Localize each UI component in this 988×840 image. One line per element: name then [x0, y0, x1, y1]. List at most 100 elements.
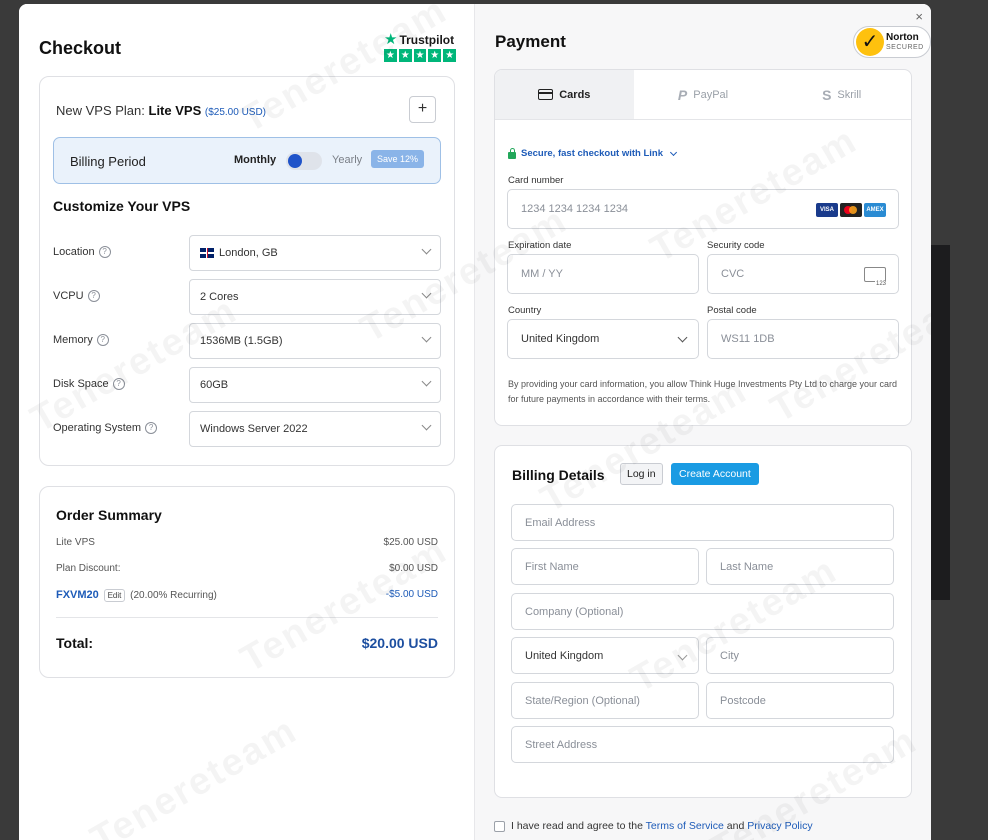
trustpilot-badge: ★ Trustpilot ★ ★ ★ ★ ★	[384, 32, 456, 62]
state-field[interactable]: State/Region (Optional)	[511, 682, 699, 719]
login-button[interactable]: Log in	[620, 463, 663, 485]
tab-skrill[interactable]: S Skrill	[772, 70, 911, 119]
agree-and: and	[726, 820, 745, 832]
first-name-field[interactable]: First Name	[511, 548, 699, 585]
location-value: London, GB	[219, 247, 278, 259]
customize-title: Customize Your VPS	[53, 198, 191, 214]
close-icon[interactable]: ×	[915, 10, 923, 23]
street-field[interactable]: Street Address	[511, 726, 894, 763]
vps-config-card: New VPS Plan: Lite VPS ($25.00 USD) + Bi…	[39, 76, 455, 466]
cvc-placeholder: CVC	[721, 268, 745, 280]
save-badge: Save 12%	[371, 150, 425, 168]
paypal-icon: P	[677, 86, 688, 103]
privacy-policy-link[interactable]: Privacy Policy	[747, 820, 812, 832]
tab-paypal[interactable]: P PayPal	[634, 70, 773, 119]
billing-country-select[interactable]: United Kingdom	[511, 637, 699, 674]
vcpu-select[interactable]: 2 Cores	[189, 279, 441, 315]
vcpu-value: 2 Cores	[200, 291, 239, 303]
star-icon: ★	[398, 49, 412, 62]
email-field[interactable]: Email Address	[511, 504, 894, 541]
terms-of-service-link[interactable]: Terms of Service	[646, 820, 724, 832]
expiry-input[interactable]: MM / YY	[507, 254, 699, 294]
location-select[interactable]: London, GB	[189, 235, 441, 271]
memory-select[interactable]: 1536MB (1.5GB)	[189, 323, 441, 359]
chevron-down-icon	[677, 332, 688, 343]
agree-prefix: I have read and agree to the	[511, 820, 643, 832]
cvc-input[interactable]: CVC	[707, 254, 899, 294]
city-placeholder: City	[720, 650, 739, 662]
summary-line: Plan Discount: $0.00 USD	[56, 563, 438, 574]
payment-title: Payment	[495, 32, 566, 51]
cvc-card-icon	[864, 267, 887, 287]
lock-icon	[508, 147, 516, 159]
company-placeholder: Company (Optional)	[525, 606, 624, 618]
billing-period-box: Billing Period Monthly Yearly Save 12%	[53, 137, 441, 184]
postal-input[interactable]: WS11 1DB	[707, 319, 899, 359]
mastercard-icon	[840, 203, 862, 217]
tab-cards-label: Cards	[559, 88, 591, 101]
agree-checkbox[interactable]	[494, 820, 505, 832]
vcpu-label: VCPU	[53, 290, 84, 302]
memory-value: 1536MB (1.5GB)	[200, 335, 283, 347]
vcpu-row: VCPU? 2 Cores	[53, 279, 441, 315]
country-select[interactable]: United Kingdom	[507, 319, 699, 359]
disk-row: Disk Space? 60GB	[53, 367, 441, 403]
help-icon[interactable]: ?	[112, 378, 125, 390]
chevron-down-icon	[421, 332, 432, 343]
payment-card: Cards P PayPal S Skrill Secure, fast che…	[494, 69, 912, 426]
os-select[interactable]: Windows Server 2022	[189, 411, 441, 447]
summary-line: Lite VPS $25.00 USD	[56, 537, 438, 548]
trustpilot-label: Trustpilot	[399, 32, 455, 47]
divider	[56, 617, 438, 618]
card-number-label: Card number	[508, 175, 564, 186]
chevron-down-icon	[421, 420, 432, 431]
uk-flag-icon	[200, 248, 214, 258]
checkout-column: Checkout ★ Trustpilot ★ ★ ★ ★ ★ New VPS …	[19, 4, 474, 840]
add-plan-button[interactable]: +	[409, 96, 436, 123]
postal-placeholder: WS11 1DB	[721, 333, 775, 345]
norton-sub: SECURED	[886, 44, 924, 51]
tab-skrill-label: Skrill	[837, 88, 862, 101]
last-name-field[interactable]: Last Name	[706, 548, 894, 585]
os-row: Operating System? Windows Server 2022	[53, 411, 441, 447]
summary-line-value: $25.00 USD	[383, 537, 438, 548]
help-icon[interactable]: ?	[96, 334, 109, 346]
help-icon[interactable]: ?	[98, 246, 111, 258]
postcode-field[interactable]: Postcode	[706, 682, 894, 719]
agree-terms-row: I have read and agree to the Terms of Se…	[494, 820, 813, 832]
checkout-modal: Checkout ★ Trustpilot ★ ★ ★ ★ ★ New VPS …	[19, 4, 931, 840]
postal-label: Postal code	[707, 305, 757, 316]
star-icon: ★	[428, 49, 442, 62]
create-account-button[interactable]: Create Account	[671, 463, 759, 485]
link-checkout-toggle[interactable]: Secure, fast checkout with Link	[508, 147, 678, 159]
disk-select[interactable]: 60GB	[189, 367, 441, 403]
location-row: Location? London, GB	[53, 235, 441, 271]
country-label: Country	[508, 305, 542, 316]
last-name-placeholder: Last Name	[720, 561, 774, 573]
company-field[interactable]: Company (Optional)	[511, 593, 894, 630]
order-summary-title: Order Summary	[56, 507, 162, 523]
coupon-description: (20.00% Recurring)	[130, 590, 217, 601]
star-icon: ★	[443, 49, 456, 62]
cvc-label: Security code	[707, 240, 765, 251]
summary-line-label: Lite VPS	[56, 537, 95, 548]
tab-cards[interactable]: Cards	[495, 70, 634, 119]
billing-country-value: United Kingdom	[525, 650, 604, 662]
card-number-input[interactable]: 1234 1234 1234 1234 VISA AMEX	[507, 189, 899, 229]
billing-period-toggle[interactable]	[286, 152, 322, 170]
help-icon[interactable]: ?	[87, 290, 100, 302]
visa-icon: VISA	[816, 203, 838, 217]
yearly-label[interactable]: Yearly	[332, 154, 362, 166]
coupon-value: -$5.00 USD	[385, 589, 438, 600]
trustpilot-rating: ★ ★ ★ ★ ★	[384, 49, 456, 62]
summary-line-value: $0.00 USD	[389, 563, 438, 574]
order-summary-card: Order Summary Lite VPS $25.00 USD Plan D…	[39, 486, 455, 678]
chevron-down-icon	[421, 288, 432, 299]
help-icon[interactable]: ?	[145, 422, 158, 434]
monthly-label[interactable]: Monthly	[234, 154, 276, 166]
city-field[interactable]: City	[706, 637, 894, 674]
payment-column: × Payment ✓ Norton SECURED Cards P PayPa…	[474, 4, 931, 840]
coupon-edit-button[interactable]: Edit	[103, 589, 126, 602]
link-checkout-label: Secure, fast checkout with Link	[521, 148, 664, 159]
plan-name: Lite VPS	[148, 103, 202, 118]
